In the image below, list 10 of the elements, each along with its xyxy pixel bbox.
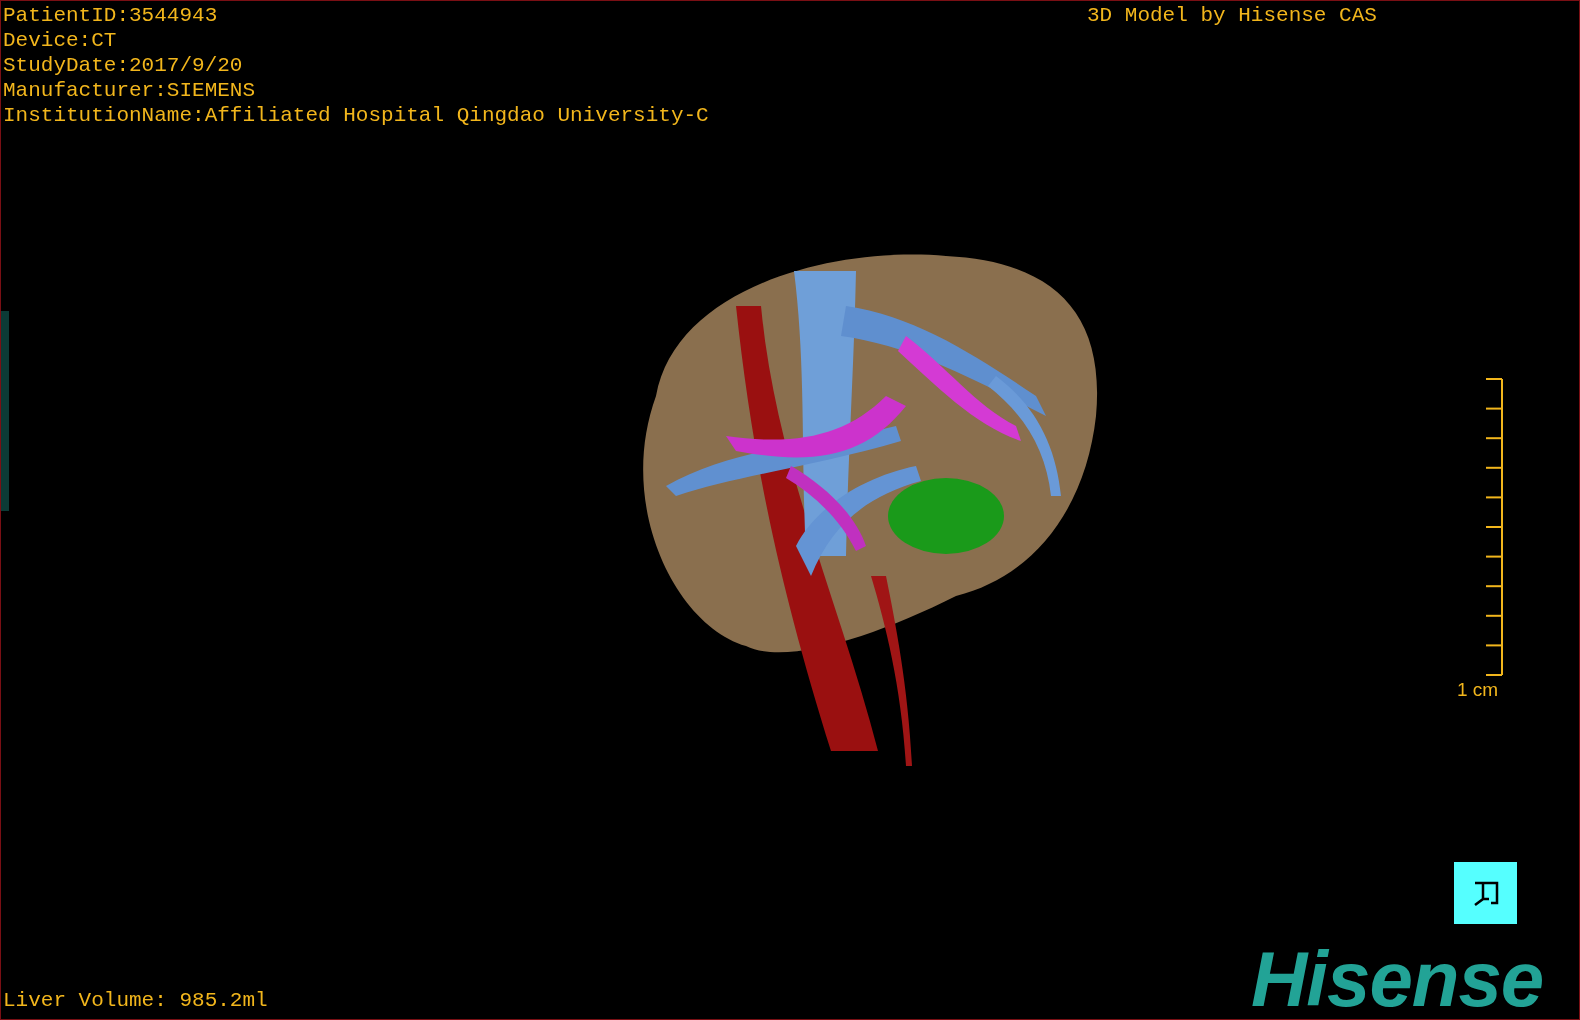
info-text: InstitutionName:Affiliated Hospital Qingdao University-C	[3, 103, 709, 128]
info-text: PatientID:3544943	[3, 3, 219, 28]
title-text: 3D Model by Hisense CAS	[1087, 3, 1377, 28]
info-text: Manufacturer:SIEMENS	[3, 78, 257, 103]
info-text: StudyDate:2017/9/20	[3, 53, 244, 78]
info-text: Device:CT	[3, 28, 118, 53]
logo-text: Hisense	[1251, 939, 1544, 1019]
liver-volume-text: Liver Volume: 985.2ml	[3, 988, 268, 1013]
view-button[interactable]	[1454, 862, 1517, 924]
scale-label: 1 cm	[1457, 679, 1499, 701]
